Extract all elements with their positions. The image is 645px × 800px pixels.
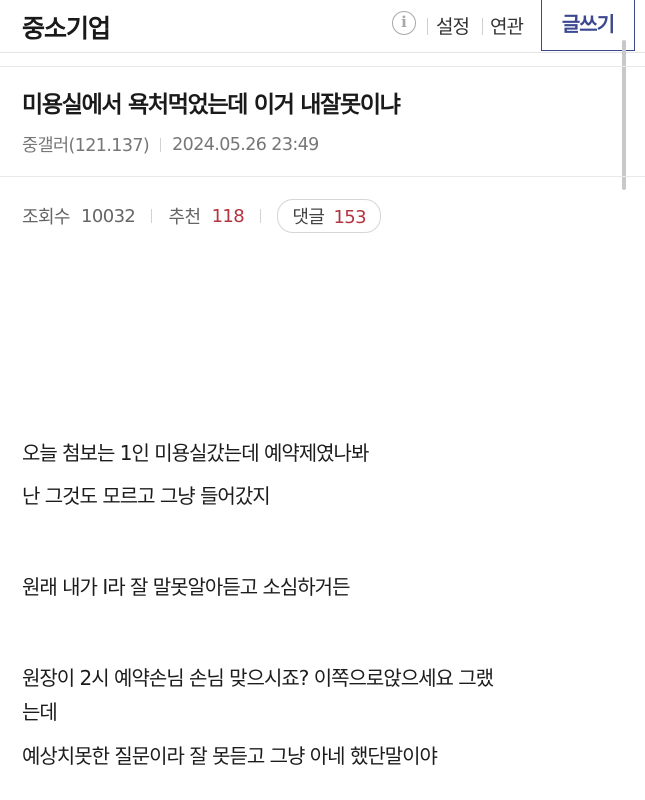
author-name[interactable]: 중갤러(121.137) — [22, 132, 150, 157]
body-line: 는데 — [22, 700, 58, 724]
settings-link[interactable]: 설정 — [436, 12, 470, 39]
top-bar: 중소기업 i 설정 연관 글쓰기 — [0, 0, 645, 53]
comments-label: 댓글 — [292, 207, 325, 228]
views-label: 조회수 — [22, 207, 70, 228]
divider — [151, 209, 153, 223]
related-link[interactable]: 연관 — [490, 12, 524, 39]
recommend-count: 118 — [211, 205, 245, 227]
post-datetime: 2024.05.26 23:49 — [172, 134, 319, 155]
post-header — [0, 66, 645, 177]
divider — [160, 137, 162, 152]
recommend-label: 추천 — [168, 207, 202, 228]
post-title: 미용실에서 욕처먹었는데 이거 내잘못이냐 — [22, 92, 401, 118]
body-line: 원래 내가 I라 잘 말못알아듣고 소심하거든 — [22, 575, 351, 599]
divider — [482, 18, 483, 35]
comments-count: 153 — [333, 207, 366, 228]
divider — [427, 18, 428, 35]
comments-button[interactable]: 댓글 153 — [277, 199, 381, 233]
post-meta: 중갤러(121.137) 2024.05.26 23:49 — [22, 132, 319, 157]
write-post-button[interactable]: 글쓰기 — [541, 0, 635, 51]
views-count: 10032 — [81, 205, 136, 227]
body-line: 원장이 2시 예약손님 손님 맞으시죠? 이쪽으로앉으세요 그랬 — [22, 666, 494, 690]
body-line: 난 그것도 모르고 그냥 들어갔지 — [22, 484, 271, 508]
post-stats: 조회수 10032 추천 118 댓글 153 — [22, 199, 381, 233]
body-line: 예상치못한 질문이라 잘 못듣고 그냥 아네 했단말이야 — [22, 744, 438, 768]
body-line: 오늘 첨보는 1인 미용실갔는데 예약제였나봐 — [22, 441, 369, 465]
gallery-title[interactable]: 중소기업 — [22, 9, 111, 45]
divider — [260, 209, 262, 223]
info-icon[interactable]: i — [392, 11, 416, 35]
